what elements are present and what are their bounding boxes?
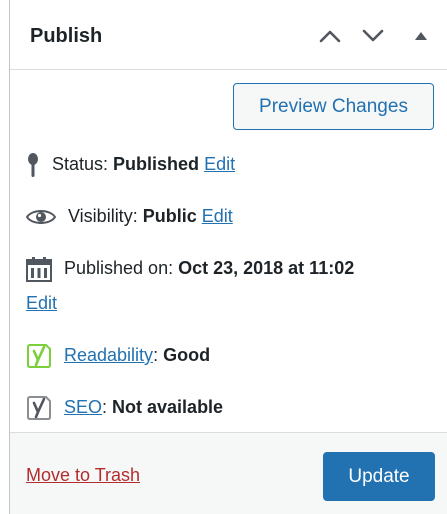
pin-icon	[26, 152, 40, 178]
yoast-green-icon	[26, 343, 52, 369]
panel-footer: Move to Trash Update	[10, 432, 447, 514]
status-label: Status:	[52, 154, 114, 174]
published-label: Published on:	[64, 258, 179, 278]
move-to-trash-link[interactable]: Move to Trash	[26, 463, 140, 487]
visibility-value: Public	[142, 206, 197, 226]
published-value: Oct 23, 2018 at 11:02	[178, 258, 355, 278]
published-edit-link[interactable]: Edit	[26, 293, 57, 313]
seo-separator: :	[102, 397, 113, 417]
published-edit-wrap: Edit	[26, 289, 57, 317]
chevron-up-icon	[319, 30, 341, 43]
toggle-panel-button[interactable]	[406, 21, 436, 51]
readability-separator: :	[153, 345, 164, 365]
seo-link[interactable]: SEO	[64, 397, 102, 417]
visibility-edit-link[interactable]: Edit	[202, 206, 233, 226]
panel-title: Publish	[30, 25, 103, 47]
status-row: Status: Published Edit	[26, 150, 235, 178]
calendar-icon	[26, 256, 52, 283]
yoast-gray-icon	[26, 395, 52, 421]
readability-link[interactable]: Readability	[64, 345, 153, 365]
visibility-row: Visibility: Public Edit	[26, 202, 233, 230]
status-value: Published	[113, 154, 200, 174]
publish-panel: Publish Preview Changes Status: Publishe…	[9, 0, 447, 514]
readability-row: Readability: Good	[26, 341, 210, 369]
chevron-down-icon	[362, 29, 384, 42]
move-up-button[interactable]	[315, 21, 345, 51]
panel-body: Preview Changes Status: Published Edit V…	[10, 70, 447, 432]
triangle-up-icon	[415, 32, 427, 40]
update-button[interactable]: Update	[323, 452, 435, 501]
visibility-label: Visibility:	[68, 206, 143, 226]
published-row: Published on: Oct 23, 2018 at 11:02	[26, 254, 355, 283]
readability-value: Good	[163, 345, 211, 365]
seo-value: Not available	[112, 397, 224, 417]
seo-row: SEO: Not available	[26, 393, 223, 421]
eye-icon	[26, 208, 56, 226]
move-down-button[interactable]	[358, 21, 388, 51]
panel-header: Publish	[10, 0, 447, 70]
status-edit-link[interactable]: Edit	[204, 154, 235, 174]
preview-changes-button[interactable]: Preview Changes	[233, 83, 434, 130]
